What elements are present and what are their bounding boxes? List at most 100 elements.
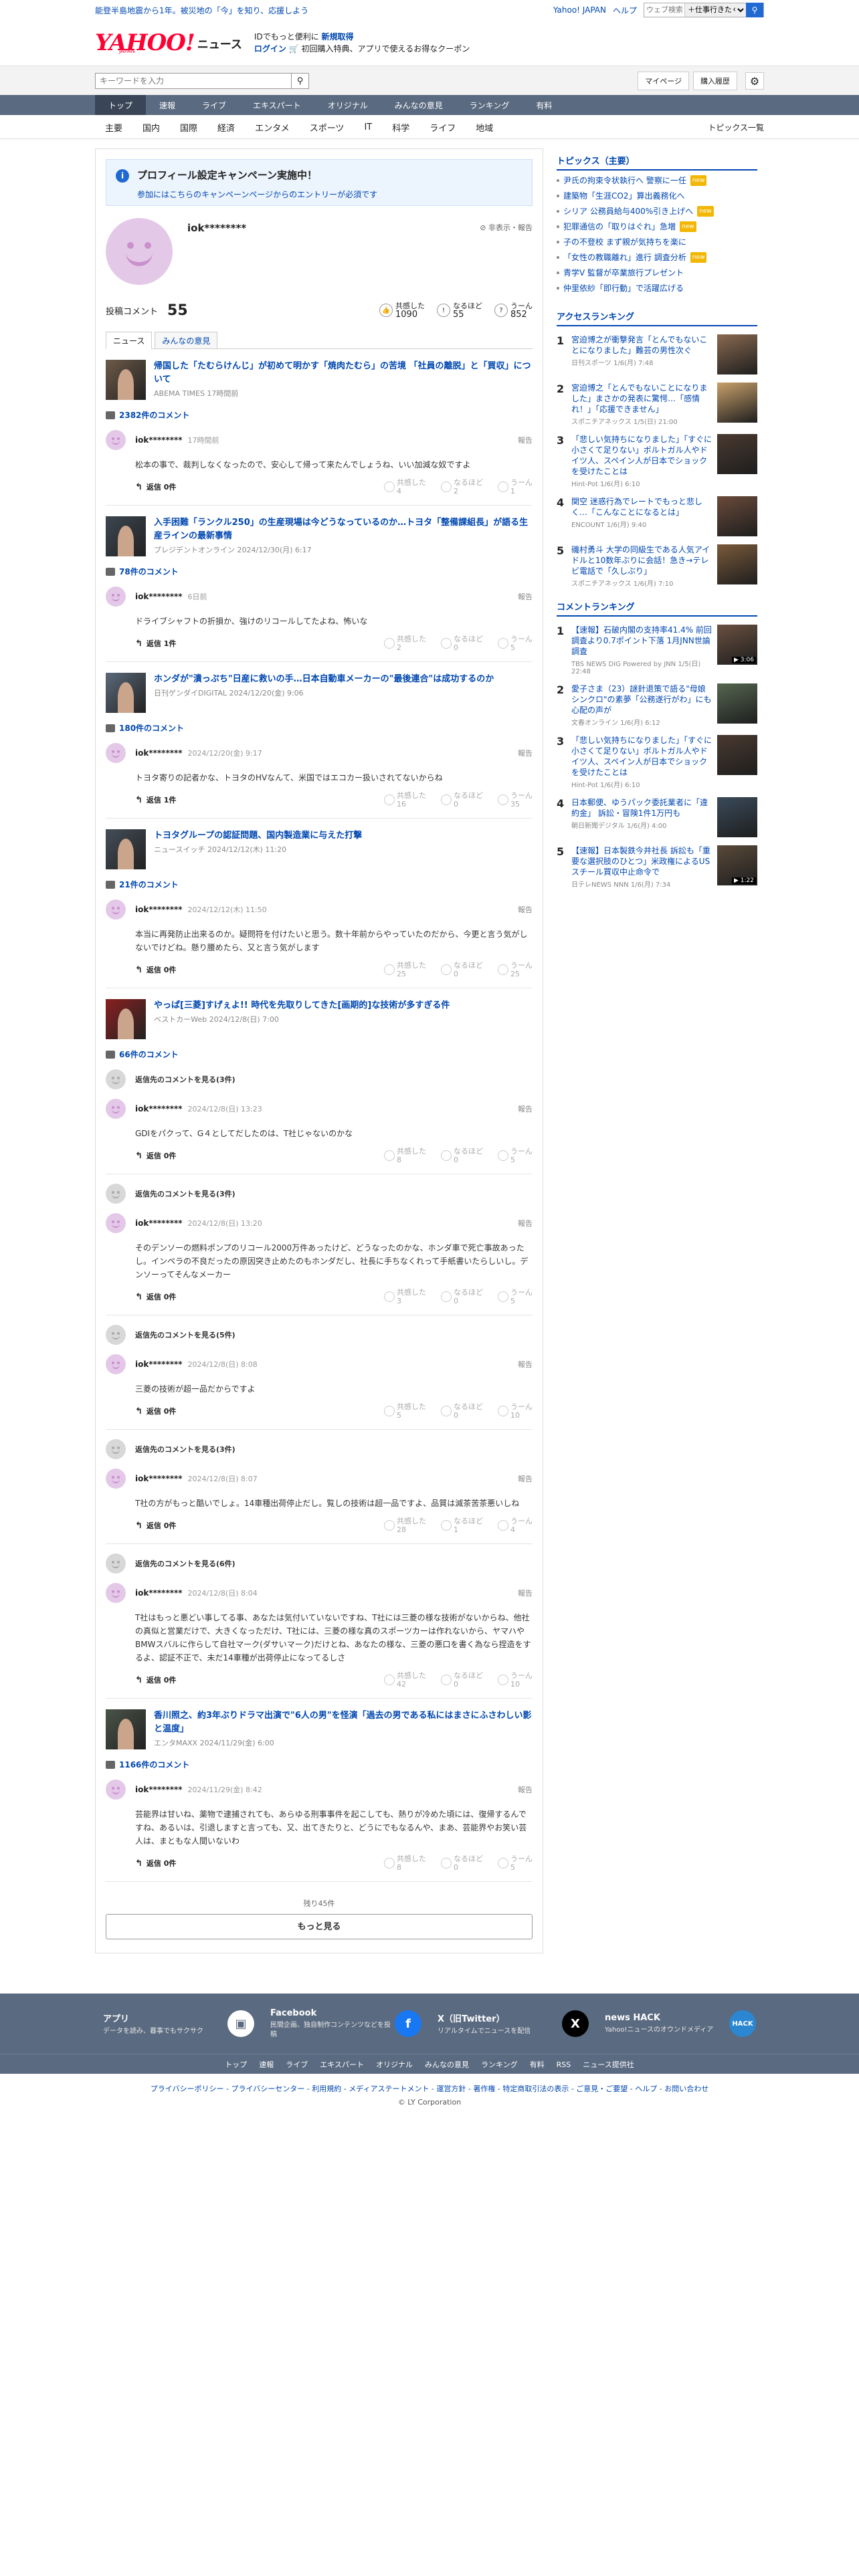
- article-title[interactable]: トヨタグループの認証問題、国内製造業に与えた打撃: [154, 831, 362, 841]
- ranking-item[interactable]: 1 宮迫博之が衝撃発言「とんでもないことになりました」難芸の男性次ぐ 日刊スポーツ …: [557, 334, 757, 374]
- reply-button[interactable]: ↰ 返信 1件: [135, 794, 176, 805]
- avatar[interactable]: [106, 1780, 126, 1800]
- comment-count-link[interactable]: 66件のコメント: [106, 1049, 533, 1060]
- reaction-empathy-button[interactable]: 共感した 2: [384, 635, 426, 652]
- parent-comment-toggle[interactable]: 返信先のコメントを見る(6件): [106, 1553, 533, 1574]
- cat-business[interactable]: 経済: [207, 121, 245, 134]
- comment-user[interactable]: iok********: [135, 1218, 183, 1228]
- footer-app-link[interactable]: アプリ データを読み、暮事でもサクサク ▣: [95, 2010, 262, 2037]
- comment-user[interactable]: iok********: [135, 592, 183, 601]
- cat-entertainment[interactable]: エンタメ: [245, 121, 300, 134]
- ranking-thumbnail[interactable]: [717, 496, 757, 536]
- reaction-insight-button[interactable]: なるほど 0: [441, 1402, 483, 1420]
- footer-nav-item[interactable]: オリジナル: [376, 2059, 413, 2070]
- ranking-thumbnail[interactable]: [717, 735, 757, 775]
- reaction-hmm-button[interactable]: うーん 10: [498, 1671, 533, 1689]
- article-thumbnail[interactable]: [106, 999, 146, 1039]
- avatar[interactable]: [106, 430, 126, 450]
- ranking-thumbnail[interactable]: [717, 797, 757, 837]
- purchase-history-button[interactable]: 購入履歴: [693, 72, 737, 90]
- ranking-title[interactable]: 関空 迷惑行為でレートでもっと悲しく…「こんなことになるとは」: [571, 496, 712, 518]
- cat-life[interactable]: ライフ: [419, 121, 466, 134]
- ranking-item[interactable]: 2 宮迫博之「とんでもないことになりました」まさかの発表に驚愕…「感情れ！」「応援…: [557, 383, 757, 426]
- article-thumbnail[interactable]: [106, 1709, 146, 1749]
- cat-local[interactable]: 地域: [466, 121, 503, 134]
- reply-button[interactable]: ↰ 返信 0件: [135, 1150, 176, 1161]
- topic-item[interactable]: 青学V 監督が卒業旅行プレゼント: [557, 267, 757, 278]
- footer-x-link[interactable]: X（旧Twitter） リアルタイムでニュースを配信 X: [430, 2010, 597, 2037]
- footer-nav-item[interactable]: ランキング: [481, 2059, 518, 2070]
- reaction-hmm-button[interactable]: うーん 5: [498, 1147, 533, 1164]
- cat-science[interactable]: 科学: [382, 121, 419, 134]
- ranking-thumbnail[interactable]: ▶ 3:06: [717, 625, 757, 665]
- comment-user[interactable]: iok********: [135, 1360, 183, 1369]
- reaction-empathy-button[interactable]: 共感した 3: [384, 1288, 426, 1305]
- ranking-title[interactable]: 宮迫博之が衝撃発言「とんでもないことになりました」難芸の男性次ぐ: [571, 334, 712, 356]
- reaction-hmm-button[interactable]: うーん 10: [498, 1402, 533, 1420]
- gnav-ranking[interactable]: ランキング: [456, 95, 523, 115]
- topic-item[interactable]: 建築物「生涯CO2」算出義務化へ: [557, 191, 757, 201]
- cat-sports[interactable]: スポーツ: [300, 121, 355, 134]
- yahoo-news-logo[interactable]: YAHOO! JAPAN ニュース: [95, 31, 242, 54]
- reaction-empathy-button[interactable]: 共感した 42: [384, 1671, 426, 1689]
- search-scope-select[interactable]: ＋仕事行きたく...: [684, 3, 746, 17]
- ranking-item[interactable]: 3 「悲しい気持ちになりました」「すぐに小さくて足りない」ボルトガル人やドイツ人、…: [557, 735, 757, 789]
- ranking-thumbnail[interactable]: [717, 544, 757, 584]
- footer-nav-item[interactable]: 有料: [530, 2059, 545, 2070]
- reaction-hmm-button[interactable]: うーん 5: [498, 635, 533, 652]
- campaign-banner[interactable]: i プロフィール設定キャンペーン実施中！ 参加にはこちらのキャンペーンページから…: [106, 159, 533, 206]
- ranking-title[interactable]: 【速報】日本製鉄今井社長 訴訟も「重要な選択肢のひとつ」米政権によるUSスチール…: [571, 845, 712, 877]
- comment-user[interactable]: iok********: [135, 1588, 183, 1598]
- report-link[interactable]: 報告: [518, 1784, 533, 1795]
- footer-nav-item[interactable]: みんなの意見: [425, 2059, 469, 2070]
- gnav-original[interactable]: オリジナル: [314, 95, 381, 115]
- report-link[interactable]: 報告: [518, 435, 533, 445]
- article-title[interactable]: 香川照之、約3年ぶりドラマ出演で"6人の男"を怪演「過去の男である私にはまさにふ…: [154, 1711, 532, 1734]
- keyword-search-input[interactable]: [96, 74, 291, 88]
- avatar[interactable]: [106, 1469, 126, 1489]
- gnav-live[interactable]: ライブ: [189, 95, 240, 115]
- comment-user[interactable]: iok********: [135, 905, 183, 914]
- ranking-thumbnail[interactable]: [717, 683, 757, 724]
- ranking-item[interactable]: 3 「悲しい気持ちになりました」「すぐに小さくて足りない」ボルトガル人やドイツ人、…: [557, 434, 757, 488]
- topic-item[interactable]: 子の不登校 まず親が気持ちを楽に: [557, 237, 757, 247]
- ranking-item[interactable]: 4 日本郵便、ゆうパック委託業者に「違約金」 訴訟・冒険1件1万円も 朝日新聞デジタ…: [557, 797, 757, 837]
- footer-nav-item[interactable]: ニュース提供社: [583, 2059, 634, 2070]
- report-link[interactable]: 報告: [518, 1473, 533, 1484]
- reaction-hmm-button[interactable]: うーん 4: [498, 1517, 533, 1534]
- avatar[interactable]: [106, 1354, 126, 1374]
- search-icon[interactable]: ⚲: [746, 3, 763, 17]
- article-title[interactable]: ホンダが"潰っぷち"日産に救いの手…日本自動車メーカーの"最後連合"は成功するの…: [154, 674, 494, 684]
- article-thumbnail[interactable]: [106, 829, 146, 869]
- reaction-hmm-button[interactable]: うーん 5: [498, 1288, 533, 1305]
- ranking-title[interactable]: 宮迫博之「とんでもないことになりました」まさかの発表に驚愕…「感情れ！」「応援で…: [571, 383, 712, 415]
- ranking-thumbnail[interactable]: [717, 434, 757, 474]
- reaction-empathy-button[interactable]: 共感した 8: [384, 1147, 426, 1164]
- avatar[interactable]: [106, 1583, 126, 1603]
- reaction-hmm-button[interactable]: うーん 5: [498, 1854, 533, 1872]
- ranking-thumbnail[interactable]: ▶ 1:22: [717, 845, 757, 885]
- yahoo-japan-link[interactable]: Yahoo! JAPAN: [553, 5, 606, 15]
- footer-nav-item[interactable]: ライブ: [286, 2059, 308, 2070]
- ranking-title[interactable]: 愛子さま（23）謎針退策で語る"母娘シンクロ"の素夢「公務遂行がわ」にも心配の声…: [571, 683, 712, 716]
- topic-item[interactable]: 犯罪通信の「取りはぐれ」急増 new: [557, 221, 757, 232]
- avatar[interactable]: [106, 1213, 126, 1233]
- gnav-paid[interactable]: 有料: [522, 95, 565, 115]
- cat-it[interactable]: IT: [354, 122, 382, 132]
- article-thumbnail[interactable]: [106, 673, 146, 713]
- comment-count-link[interactable]: 1166件のコメント: [106, 1759, 533, 1770]
- ranking-item[interactable]: 1 【速報】石破内閣の支持率41.4% 前回調査より0.7ポイント下落 1月JNN…: [557, 625, 757, 675]
- parent-comment-toggle[interactable]: 返信先のコメントを見る(5件): [106, 1325, 533, 1345]
- disaster-notice-link[interactable]: 能登半島地震から1年。被災地の「今」を知り、応援しよう: [95, 5, 308, 16]
- footer-nav-item[interactable]: エキスパート: [320, 2059, 364, 2070]
- footer-newshack-link[interactable]: news HACK Yahoo!ニュースのオウンドメディア HACK: [597, 2010, 764, 2037]
- reply-button[interactable]: ↰ 返信 1件: [135, 638, 176, 649]
- reaction-insight-button[interactable]: なるほど 0: [441, 1288, 483, 1305]
- comment-count-link[interactable]: 2382件のコメント: [106, 409, 533, 421]
- article-thumbnail[interactable]: [106, 360, 146, 400]
- reaction-insight-button[interactable]: なるほど 0: [441, 791, 483, 809]
- reaction-hmm-button[interactable]: うーん 35: [498, 791, 533, 809]
- more-button[interactable]: もっと見る: [106, 1914, 533, 1939]
- avatar[interactable]: [106, 1099, 126, 1119]
- article-title[interactable]: やっぱ[三菱]すげぇよ!! 時代を先取りしてきた[画期的]な技術が多すぎる件: [154, 1000, 450, 1010]
